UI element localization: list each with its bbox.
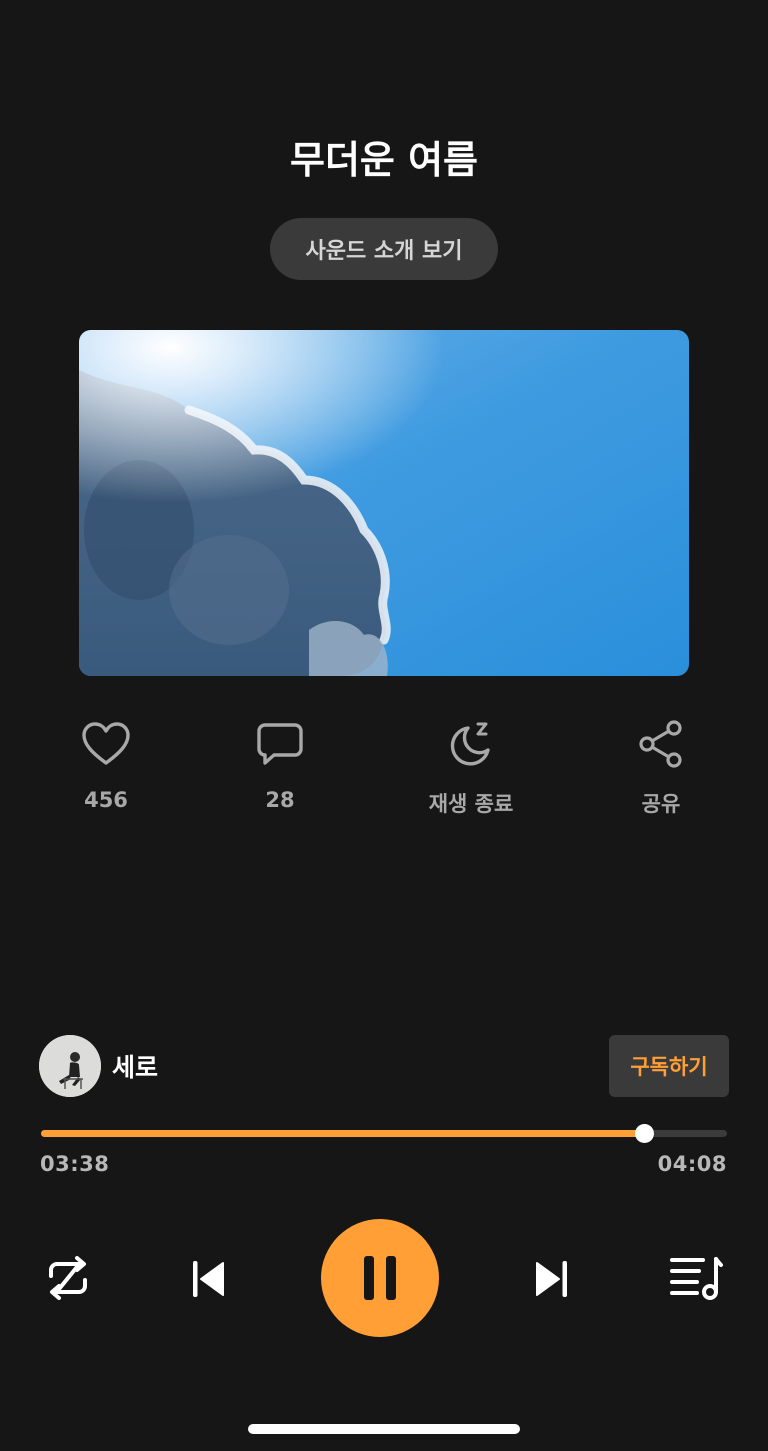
progress-bar[interactable] bbox=[41, 1124, 727, 1144]
artist-row: 세로 구독하기 bbox=[39, 1034, 729, 1098]
share-icon bbox=[581, 716, 741, 772]
pause-icon bbox=[364, 1256, 396, 1300]
like-count: 456 bbox=[84, 788, 128, 812]
repeat-icon bbox=[49, 1256, 87, 1300]
comment-count: 28 bbox=[265, 788, 295, 812]
total-time: 04:08 bbox=[657, 1152, 727, 1176]
previous-button[interactable] bbox=[182, 1254, 232, 1304]
share-action[interactable]: 공유 bbox=[581, 716, 741, 818]
album-artwork bbox=[79, 330, 689, 676]
playlist-button[interactable] bbox=[668, 1252, 724, 1304]
home-indicator[interactable] bbox=[248, 1424, 520, 1434]
sound-intro-button[interactable]: 사운드 소개 보기 bbox=[270, 218, 498, 280]
skip-next-icon bbox=[536, 1261, 567, 1297]
track-title: 무더운 여름 bbox=[289, 138, 479, 182]
action-bar: 456 28 재생 종료 공유 bbox=[0, 716, 768, 826]
artist-name[interactable]: 세로 bbox=[112, 1048, 158, 1084]
progress-knob[interactable] bbox=[634, 1124, 654, 1143]
avatar[interactable] bbox=[39, 1035, 101, 1097]
progress-fill bbox=[41, 1130, 644, 1137]
like-action[interactable]: 456 bbox=[26, 716, 186, 812]
playback-controls bbox=[0, 1218, 768, 1338]
sleep-timer-label: 재생 종료 bbox=[428, 792, 514, 816]
next-button[interactable] bbox=[528, 1254, 578, 1304]
heart-icon bbox=[26, 716, 186, 772]
current-time: 03:38 bbox=[40, 1152, 110, 1176]
skip-previous-icon bbox=[193, 1261, 224, 1297]
playlist-icon bbox=[670, 1257, 723, 1300]
repeat-button[interactable] bbox=[42, 1252, 94, 1304]
sleep-timer-action[interactable]: 재생 종료 bbox=[391, 716, 551, 818]
comment-icon bbox=[200, 716, 360, 772]
subscribe-button[interactable]: 구독하기 bbox=[609, 1035, 729, 1097]
share-label: 공유 bbox=[641, 792, 681, 816]
pause-button[interactable] bbox=[321, 1219, 439, 1337]
moon-sleep-icon bbox=[391, 716, 551, 772]
comment-action[interactable]: 28 bbox=[200, 716, 360, 812]
